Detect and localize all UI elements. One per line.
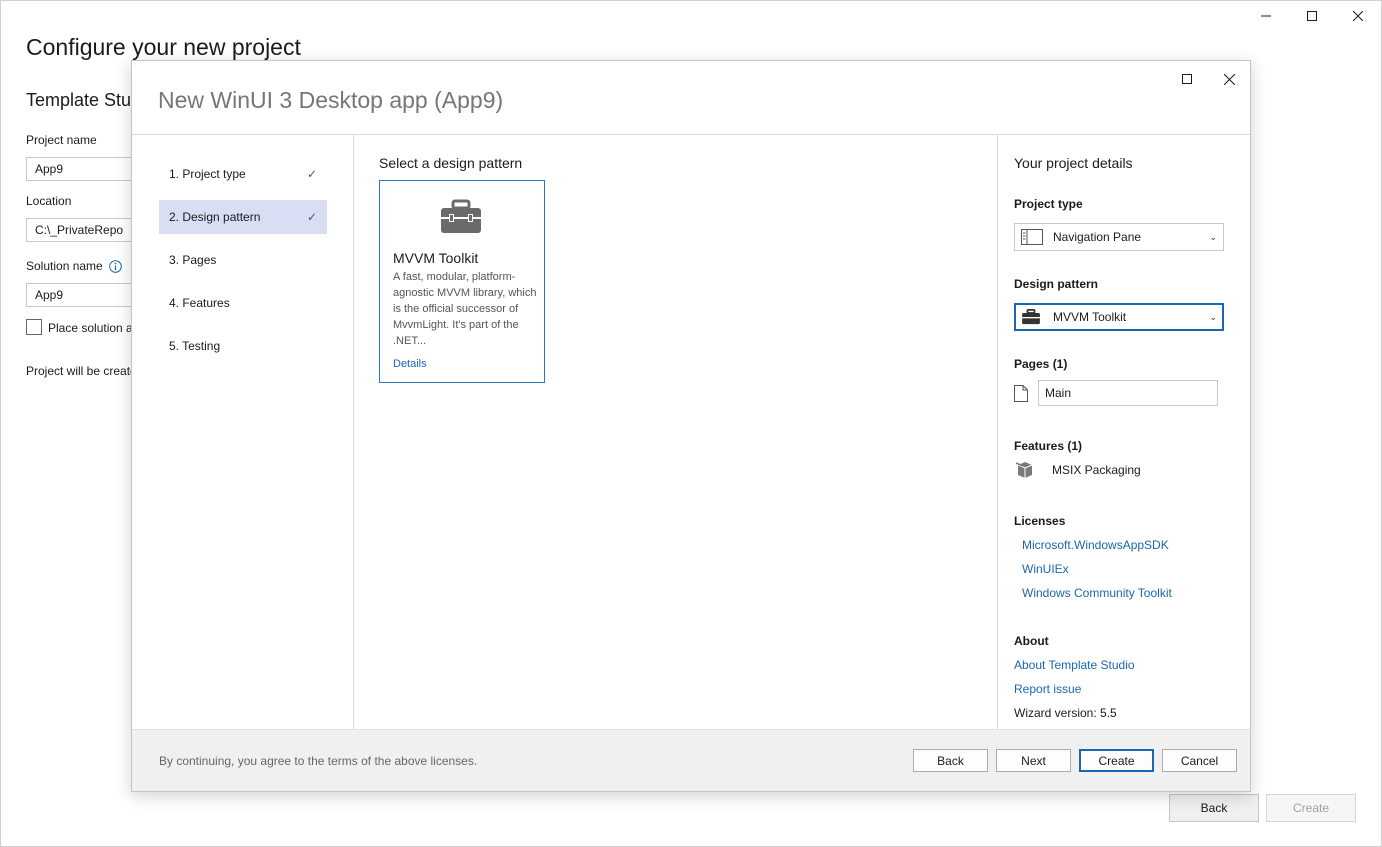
page-row: Main [1014, 380, 1218, 406]
feature-value: MSIX Packaging [1052, 463, 1141, 477]
footer-buttons: Back Next Create Cancel [913, 749, 1237, 772]
project-name-label: Project name [26, 133, 97, 147]
design-pattern-label: Design pattern [1014, 277, 1099, 291]
minimize-icon [1261, 15, 1271, 17]
place-solution-checkbox[interactable] [26, 319, 42, 335]
licenses-label: Licenses [1014, 514, 1066, 528]
steps-panel: 1. Project type ✓ 2. Design pattern ✓ 3.… [132, 135, 354, 730]
chevron-down-icon: ⌄ [1209, 311, 1217, 322]
dialog-caption-buttons [1166, 65, 1250, 93]
step-label: 2. Design pattern [169, 210, 261, 224]
design-pattern-heading: Select a design pattern [379, 155, 523, 171]
outer-back-button[interactable]: Back [1169, 794, 1259, 822]
toolbox-icon [1021, 309, 1047, 325]
mvvm-toolkit-card[interactable]: MVVM Toolkit A fast, modular, platform-a… [379, 180, 545, 383]
features-label: Features (1) [1014, 439, 1083, 453]
dialog-footer: By continuing, you agree to the terms of… [132, 729, 1250, 791]
checkmark-icon: ✓ [306, 210, 317, 224]
template-studio-dialog: New WinUI 3 Desktop app (App9) 1. Projec… [131, 60, 1251, 792]
step-label: 5. Testing [169, 339, 221, 353]
package-icon [1015, 462, 1033, 478]
design-pattern-panel: Select a design pattern MVVM Toolkit A f… [355, 135, 997, 730]
checkmark-icon: ✓ [306, 167, 317, 181]
card-description: A fast, modular, platform-agnostic MVVM … [393, 271, 537, 347]
step-project-type[interactable]: 1. Project type ✓ [159, 157, 327, 191]
navigation-pane-icon [1021, 229, 1047, 245]
chevron-down-icon: ⌄ [1209, 231, 1217, 242]
dialog-body: 1. Project type ✓ 2. Design pattern ✓ 3.… [132, 134, 1250, 730]
next-button[interactable]: Next [996, 749, 1071, 772]
location-label: Location [26, 194, 72, 208]
solution-name-label: Solution name [26, 259, 103, 273]
cancel-button[interactable]: Cancel [1162, 749, 1237, 772]
outer-create-button[interactable]: Create [1266, 794, 1356, 822]
create-button[interactable]: Create [1079, 749, 1154, 772]
template-subtitle: Template Stu [26, 90, 132, 110]
close-icon [1223, 73, 1235, 85]
card-title: MVVM Toolkit [393, 250, 479, 266]
report-issue-link[interactable]: Report issue [1014, 682, 1081, 696]
page-title: Configure your new project [26, 34, 301, 60]
page-icon [1014, 384, 1028, 402]
location-field[interactable]: C:\_PrivateRepo [26, 218, 146, 242]
feature-row: MSIX Packaging [1014, 460, 1141, 480]
place-solution-label: Place solution a [48, 321, 133, 335]
info-icon[interactable] [108, 259, 122, 273]
step-label: 3. Pages [169, 253, 217, 267]
license-note: By continuing, you agree to the terms of… [159, 754, 478, 768]
maximize-icon [1307, 11, 1317, 21]
license-link-windowsappsdk[interactable]: Microsoft.WindowsAppSDK [1022, 538, 1169, 552]
wizard-version: Wizard version: 5.5 [1014, 706, 1117, 720]
step-design-pattern[interactable]: 2. Design pattern ✓ [159, 200, 327, 234]
maximize-button[interactable] [1289, 1, 1335, 31]
step-testing[interactable]: 5. Testing [159, 329, 327, 363]
dialog-close-button[interactable] [1208, 65, 1250, 93]
project-name-field[interactable]: App9 [26, 157, 146, 181]
about-label: About [1014, 634, 1049, 648]
pages-label: Pages (1) [1014, 357, 1068, 371]
maximize-icon [1182, 74, 1192, 84]
design-pattern-select[interactable]: MVVM Toolkit ⌄ [1014, 303, 1224, 331]
project-type-select[interactable]: Navigation Pane ⌄ [1014, 223, 1224, 251]
back-button[interactable]: Back [913, 749, 988, 772]
card-details-link[interactable]: Details [393, 358, 427, 370]
about-template-studio-link[interactable]: About Template Studio [1014, 658, 1135, 672]
step-label: 4. Features [169, 296, 230, 310]
dialog-maximize-button[interactable] [1166, 65, 1208, 93]
project-details-panel: Your project details Project type Naviga… [997, 135, 1250, 730]
project-created-text: Project will be create [26, 364, 137, 378]
outer-footer-buttons: Back Create [1169, 794, 1356, 822]
step-pages[interactable]: 3. Pages [159, 243, 327, 277]
dialog-title: New WinUI 3 Desktop app (App9) [158, 87, 504, 113]
step-label: 1. Project type [169, 167, 246, 181]
outer-caption-buttons [1243, 1, 1381, 31]
project-type-label: Project type [1014, 197, 1083, 211]
close-icon [1353, 11, 1363, 21]
minimize-button[interactable] [1243, 1, 1289, 31]
page-name-field[interactable]: Main [1038, 380, 1218, 406]
design-pattern-value: MVVM Toolkit [1053, 310, 1127, 324]
license-link-community-toolkit[interactable]: Windows Community Toolkit [1022, 586, 1172, 600]
toolbox-icon [439, 199, 483, 238]
project-type-value: Navigation Pane [1053, 230, 1142, 244]
license-link-winuiex[interactable]: WinUIEx [1022, 562, 1069, 576]
solution-name-label-row: Solution name [26, 259, 122, 273]
close-button[interactable] [1335, 1, 1381, 31]
details-heading: Your project details [1014, 155, 1133, 171]
solution-name-field[interactable]: App9 [26, 283, 146, 307]
step-features[interactable]: 4. Features [159, 286, 327, 320]
